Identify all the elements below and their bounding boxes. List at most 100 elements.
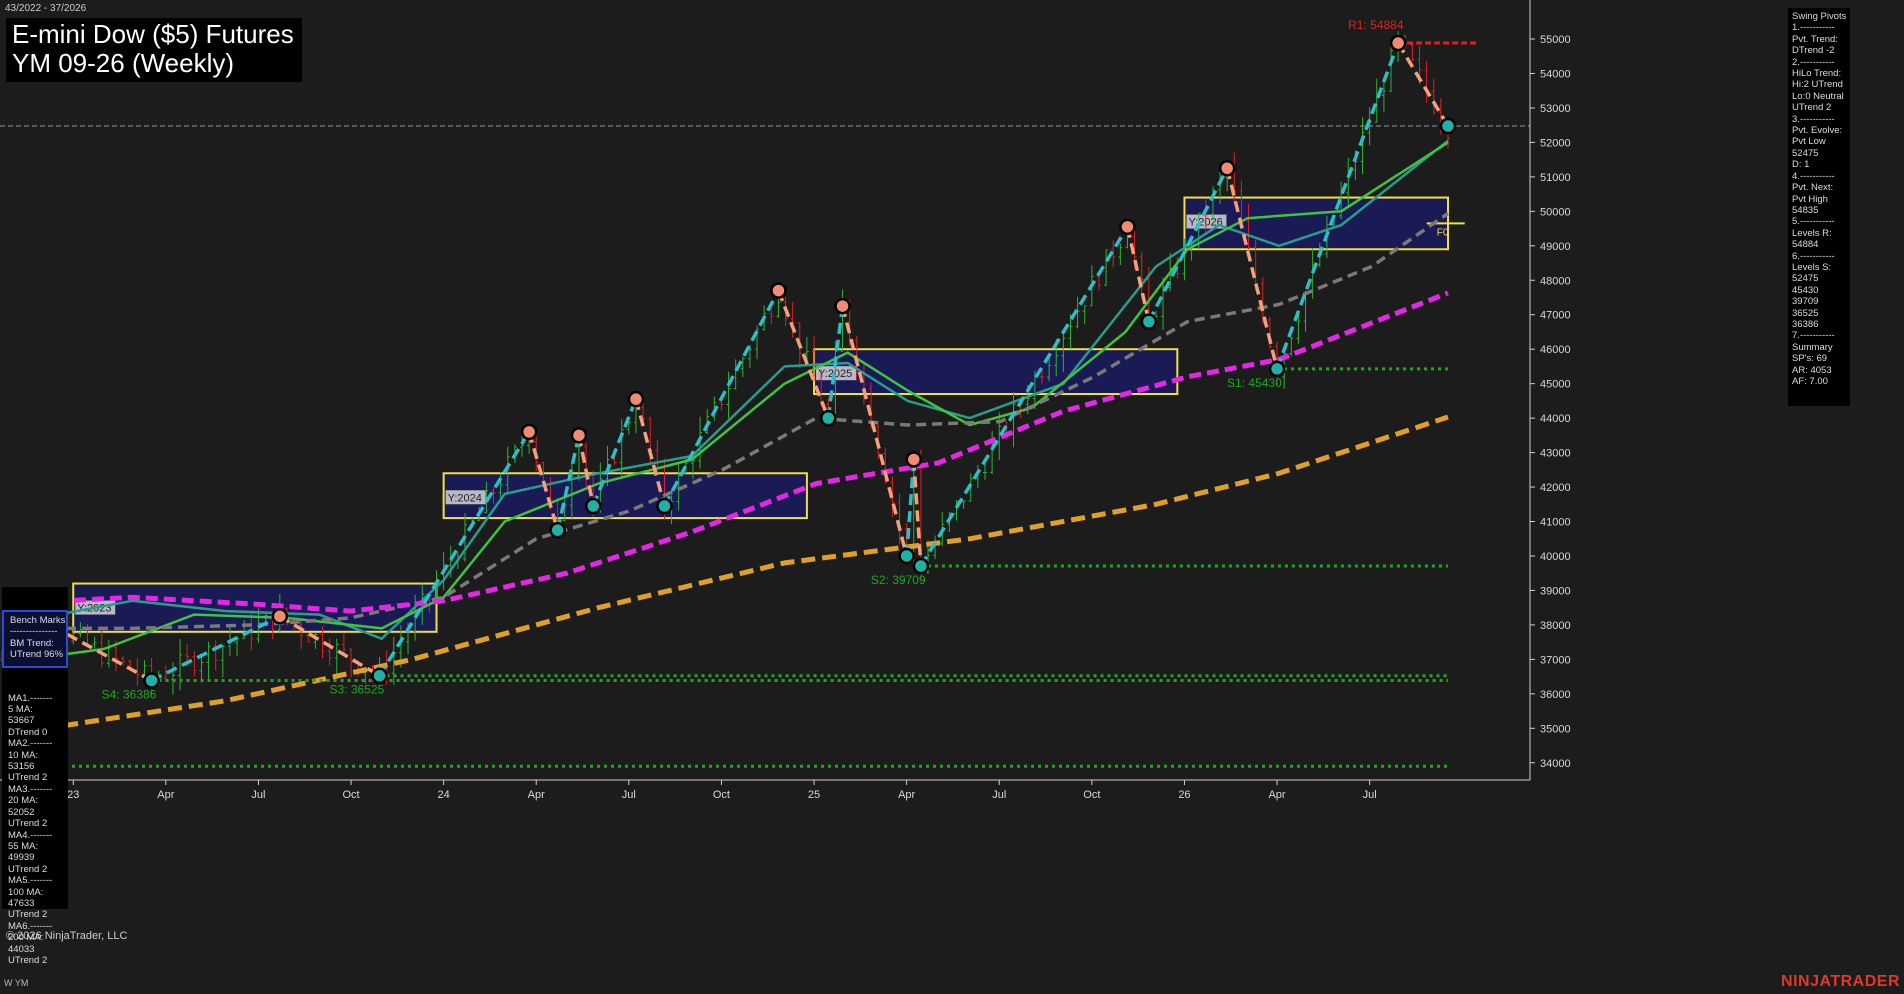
swing-panel-line: 4.----------- xyxy=(1792,170,1835,182)
swing-panel-line: UTrend 2 xyxy=(1792,102,1832,114)
bench-body-line: DTrend 0 xyxy=(8,726,48,738)
chart-title: E-mini Dow ($5) Futures YM 09-26 (Weekly… xyxy=(6,18,302,82)
bench-body-line: 52052 xyxy=(8,806,35,818)
bench-body-line: 10 MA: xyxy=(8,749,39,761)
swing-panel-line: Pvt High xyxy=(1792,193,1828,205)
pivot-low-marker xyxy=(1439,117,1457,135)
bench-body-line: MA2.------- xyxy=(8,738,53,750)
swing-panel-line: Pvt. Next: xyxy=(1792,182,1834,194)
bench-head-line: UTrend 96% xyxy=(10,649,63,661)
swing-panel-line: Levels S: xyxy=(1792,261,1832,273)
bench-body-line: 100 MA: xyxy=(8,886,44,898)
swing-panel-line: 52475 xyxy=(1792,273,1819,285)
year-box xyxy=(813,348,1179,396)
swing-panel-line: 45430 xyxy=(1792,284,1819,296)
pivot-low-marker xyxy=(549,521,566,539)
x-tick-label: Jul xyxy=(251,789,265,801)
y-tick-label: 50000 xyxy=(1540,206,1571,218)
y-tick-label: 35000 xyxy=(1540,723,1571,735)
title-line-2: YM 09-26 (Weekly) xyxy=(12,48,235,78)
swing-panel-line: Pvt Low xyxy=(1792,136,1826,148)
x-tick-label: Jul xyxy=(622,789,636,801)
instrument-label: W YM xyxy=(4,978,29,988)
x-tick-label: Jul xyxy=(992,789,1006,801)
pivot-high-marker xyxy=(1119,218,1136,236)
y-tick-label: 53000 xyxy=(1540,103,1571,115)
x-tick-label: 25 xyxy=(808,789,820,801)
bench-body-line: UTrend 2 xyxy=(8,954,48,966)
pivot-high-marker xyxy=(627,390,645,408)
bench-body-line: MA1.------- xyxy=(8,692,53,704)
brand-logo: NINJATRADER xyxy=(1781,973,1900,990)
y-tick-label: 40000 xyxy=(1540,551,1571,563)
support-label: S1: 45430 xyxy=(1227,376,1282,390)
pivot-high-marker xyxy=(834,297,851,315)
year-box-label: Y:2024 xyxy=(448,492,482,504)
pivot-low-marker xyxy=(584,497,602,515)
bench-body-line: MA4.------- xyxy=(8,829,53,841)
support-label: S3: 36525 xyxy=(330,683,385,697)
bench-body-line: 44033 xyxy=(8,943,35,955)
chart-background xyxy=(0,0,1904,994)
y-tick-label: 42000 xyxy=(1540,482,1571,494)
y-tick-label: 44000 xyxy=(1540,413,1571,425)
support-label: S4: 36386 xyxy=(102,688,157,702)
pivot-high-marker xyxy=(905,451,923,468)
swing-panel-line: Swing Pivots xyxy=(1792,11,1847,22)
swing-panel-line: 6.----------- xyxy=(1792,250,1835,262)
pivot-high-marker xyxy=(1218,160,1236,177)
swing-panel-line: Pvt. Trend: xyxy=(1792,33,1838,45)
pivot-low-marker xyxy=(656,497,673,515)
swing-panel-line: Levels R: xyxy=(1792,227,1832,239)
resistance-label: R1: 54884 xyxy=(1348,18,1404,32)
pivot-low-marker xyxy=(820,409,837,427)
x-tick-label: Oct xyxy=(342,789,359,801)
x-tick-label: Jul xyxy=(1363,789,1377,801)
swing-panel-line: 7.----------- xyxy=(1792,330,1835,342)
pivot-low-marker xyxy=(1140,313,1158,330)
bench-body-line: UTrend 2 xyxy=(8,818,48,830)
bench-body-line: 53667 xyxy=(8,715,35,727)
bench-body-line: MA5.------- xyxy=(8,875,53,887)
swing-panel-line: 39709 xyxy=(1792,296,1819,308)
bench-marks-panel: Bench Marks --------------- BM Trend: UTren… xyxy=(2,587,68,966)
swing-panel-line: 52475 xyxy=(1792,147,1819,159)
pivot-low-marker xyxy=(912,557,930,575)
y-tick-label: 54000 xyxy=(1540,68,1571,80)
pivot-low-marker xyxy=(371,667,388,684)
bench-body-line: 53156 xyxy=(8,761,35,773)
bench-body-line: 5 MA: xyxy=(8,704,33,716)
f0-label: F0 xyxy=(1437,227,1449,238)
x-tick-label: Oct xyxy=(713,789,730,801)
y-tick-label: 39000 xyxy=(1540,585,1571,597)
bench-body-line: 47633 xyxy=(8,897,35,909)
support-label: S2: 39709 xyxy=(871,573,926,587)
swing-panel-line: 36525 xyxy=(1792,307,1819,319)
pivot-low-marker xyxy=(143,672,160,689)
bench-marks-body: MA1.------- 5 MA: 53667 DTrend 0 MA2.-------… xyxy=(2,693,68,967)
bench-head-line: Bench Marks xyxy=(10,614,66,626)
title-line-1: E-mini Dow ($5) Futures xyxy=(12,19,294,49)
price-chart[interactable]: Y:2023Y:2024Y:2025Y:2026F0 S1: 45430S2: … xyxy=(0,0,1904,994)
y-tick-label: 47000 xyxy=(1540,310,1571,322)
swing-pivots-panel: Swing Pivots 1.----------- Pvt. Trend: DTre… xyxy=(1788,8,1850,406)
swing-panel-line: Pvt. Evolve: xyxy=(1792,125,1843,137)
x-tick-label: Apr xyxy=(1268,789,1285,801)
date-range: 43/2022 - 37/2026 xyxy=(5,3,87,14)
bench-body-line: UTrend 2 xyxy=(8,909,48,921)
swing-panel-line: Summary xyxy=(1792,341,1833,353)
copyright: © 2026 NinjaTrader, LLC xyxy=(6,930,128,942)
bench-body-line: MA3.------- xyxy=(8,783,53,795)
y-tick-label: 41000 xyxy=(1540,517,1571,529)
y-tick-label: 48000 xyxy=(1540,275,1571,287)
swing-panel-line: Hi:2 UTrend xyxy=(1792,79,1843,91)
swing-panel-line: AF: 7.00 xyxy=(1792,376,1828,387)
swing-panel-line: Lo:0 Neutral xyxy=(1792,90,1844,102)
y-tick-label: 51000 xyxy=(1540,172,1571,184)
swing-panel-line: 1.----------- xyxy=(1792,22,1835,34)
y-tick-label: 37000 xyxy=(1540,654,1571,666)
x-tick-label: Oct xyxy=(1083,789,1100,801)
swing-panel-line: HiLo Trend: xyxy=(1792,68,1842,80)
y-tick-label: 45000 xyxy=(1540,379,1571,391)
swing-panel-line: 36386 xyxy=(1792,318,1819,330)
